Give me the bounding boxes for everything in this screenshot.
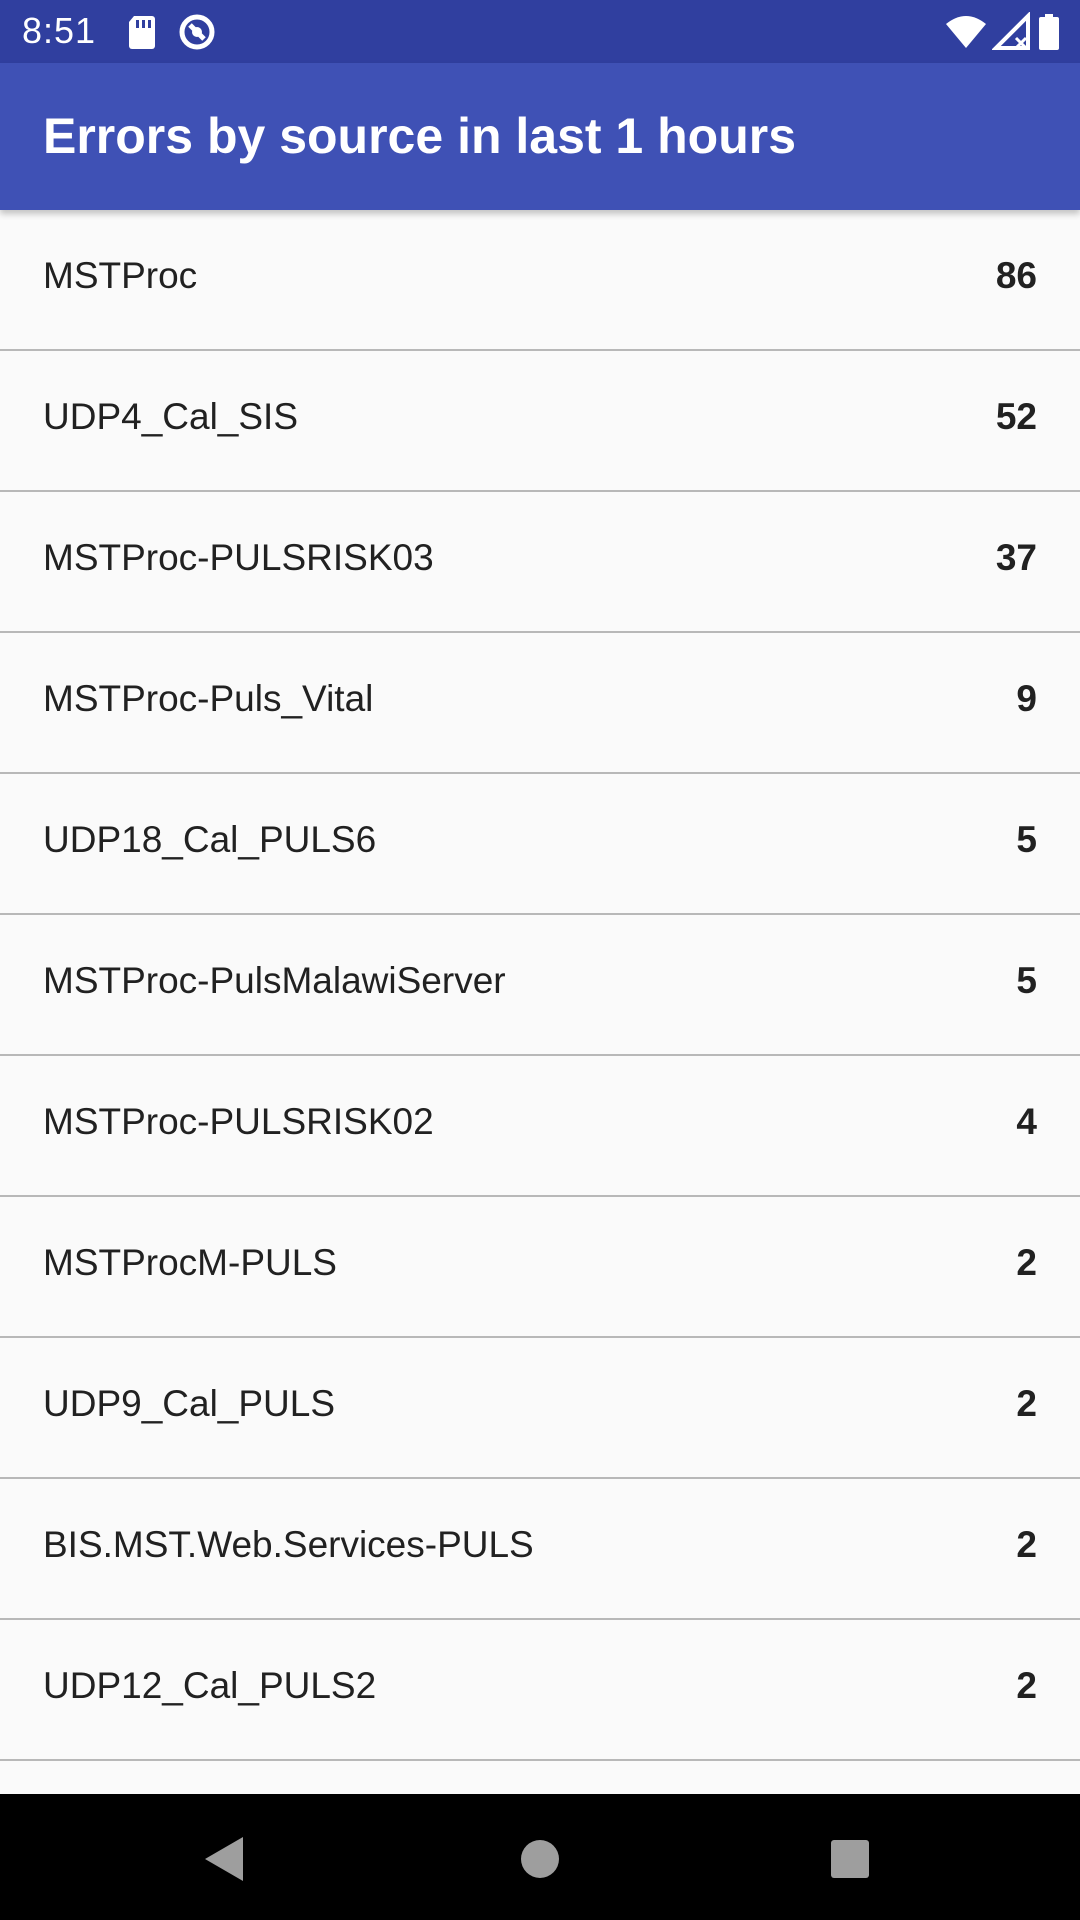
error-count: 5 (1016, 960, 1037, 1001)
source-name: MSTProcM-PULS (43, 1242, 337, 1283)
list-item[interactable]: MSTProc-PulsMalawiServer 5 (0, 915, 1080, 1056)
source-name: UDP9_Cal_PULS (43, 1383, 336, 1424)
list-item[interactable]: UDP4_Cal_SIS 52 (0, 351, 1080, 492)
source-name: MSTProc-PULSRISK03 (43, 537, 434, 578)
source-name: MSTProc-Puls_Vital (43, 678, 374, 719)
cellular-signal-icon (991, 11, 1032, 52)
list-item[interactable]: BIS.MST.Web.Services-PULS 2 (0, 1479, 1080, 1620)
sd-card-icon (122, 12, 162, 52)
source-name: MSTProc-PulsMalawiServer (43, 960, 506, 1001)
error-count: 2 (1016, 1383, 1037, 1424)
status-bar: 8:51 (0, 0, 1080, 63)
source-name: MSTProc-PULSRISK02 (43, 1101, 434, 1142)
error-count: 5 (1016, 819, 1037, 860)
source-name: UDP12_Cal_PULS2 (43, 1665, 377, 1706)
error-count: 86 (995, 255, 1037, 296)
back-icon[interactable] (185, 1819, 265, 1899)
status-time: 8:51 (22, 10, 97, 51)
error-count: 2 (1016, 1242, 1037, 1283)
list-item-partial[interactable] (0, 1761, 1080, 1794)
list-item[interactable]: MSTProc-Puls_Vital 9 (0, 633, 1080, 774)
screen: 8:51 Errors by source in last 1 hours MS… (0, 0, 1080, 1920)
recents-icon[interactable] (810, 1819, 890, 1899)
error-count: 2 (1016, 1665, 1037, 1706)
list-item[interactable]: UDP12_Cal_PULS2 2 (0, 1620, 1080, 1761)
page-title: Errors by source in last 1 hours (43, 108, 797, 164)
source-name: MSTProc (43, 255, 198, 296)
error-count: 37 (995, 537, 1037, 578)
app-bar: Errors by source in last 1 hours (0, 63, 1080, 210)
wifi-icon (944, 12, 988, 52)
error-count: 9 (1016, 678, 1037, 719)
navigation-bar (0, 1794, 1080, 1920)
battery-icon (1038, 12, 1060, 52)
list-item[interactable]: MSTProc-PULSRISK02 4 (0, 1056, 1080, 1197)
list-item[interactable]: MSTProcM-PULS 2 (0, 1197, 1080, 1338)
error-count: 4 (1016, 1101, 1037, 1142)
data-saver-icon (177, 12, 217, 52)
error-count: 2 (1016, 1524, 1037, 1565)
source-name: UDP18_Cal_PULS6 (43, 819, 377, 860)
error-source-list[interactable]: MSTProc 86 UDP4_Cal_SIS 52 MSTProc-PULSR… (0, 210, 1080, 1794)
list-item[interactable]: UDP9_Cal_PULS 2 (0, 1338, 1080, 1479)
error-count: 52 (995, 396, 1037, 437)
list-item[interactable]: MSTProc-PULSRISK03 37 (0, 492, 1080, 633)
list-item[interactable]: MSTProc 86 (0, 210, 1080, 351)
home-icon[interactable] (500, 1819, 580, 1899)
source-name: BIS.MST.Web.Services-PULS (43, 1524, 534, 1565)
source-name: UDP4_Cal_SIS (43, 396, 299, 437)
list-item[interactable]: UDP18_Cal_PULS6 5 (0, 774, 1080, 915)
